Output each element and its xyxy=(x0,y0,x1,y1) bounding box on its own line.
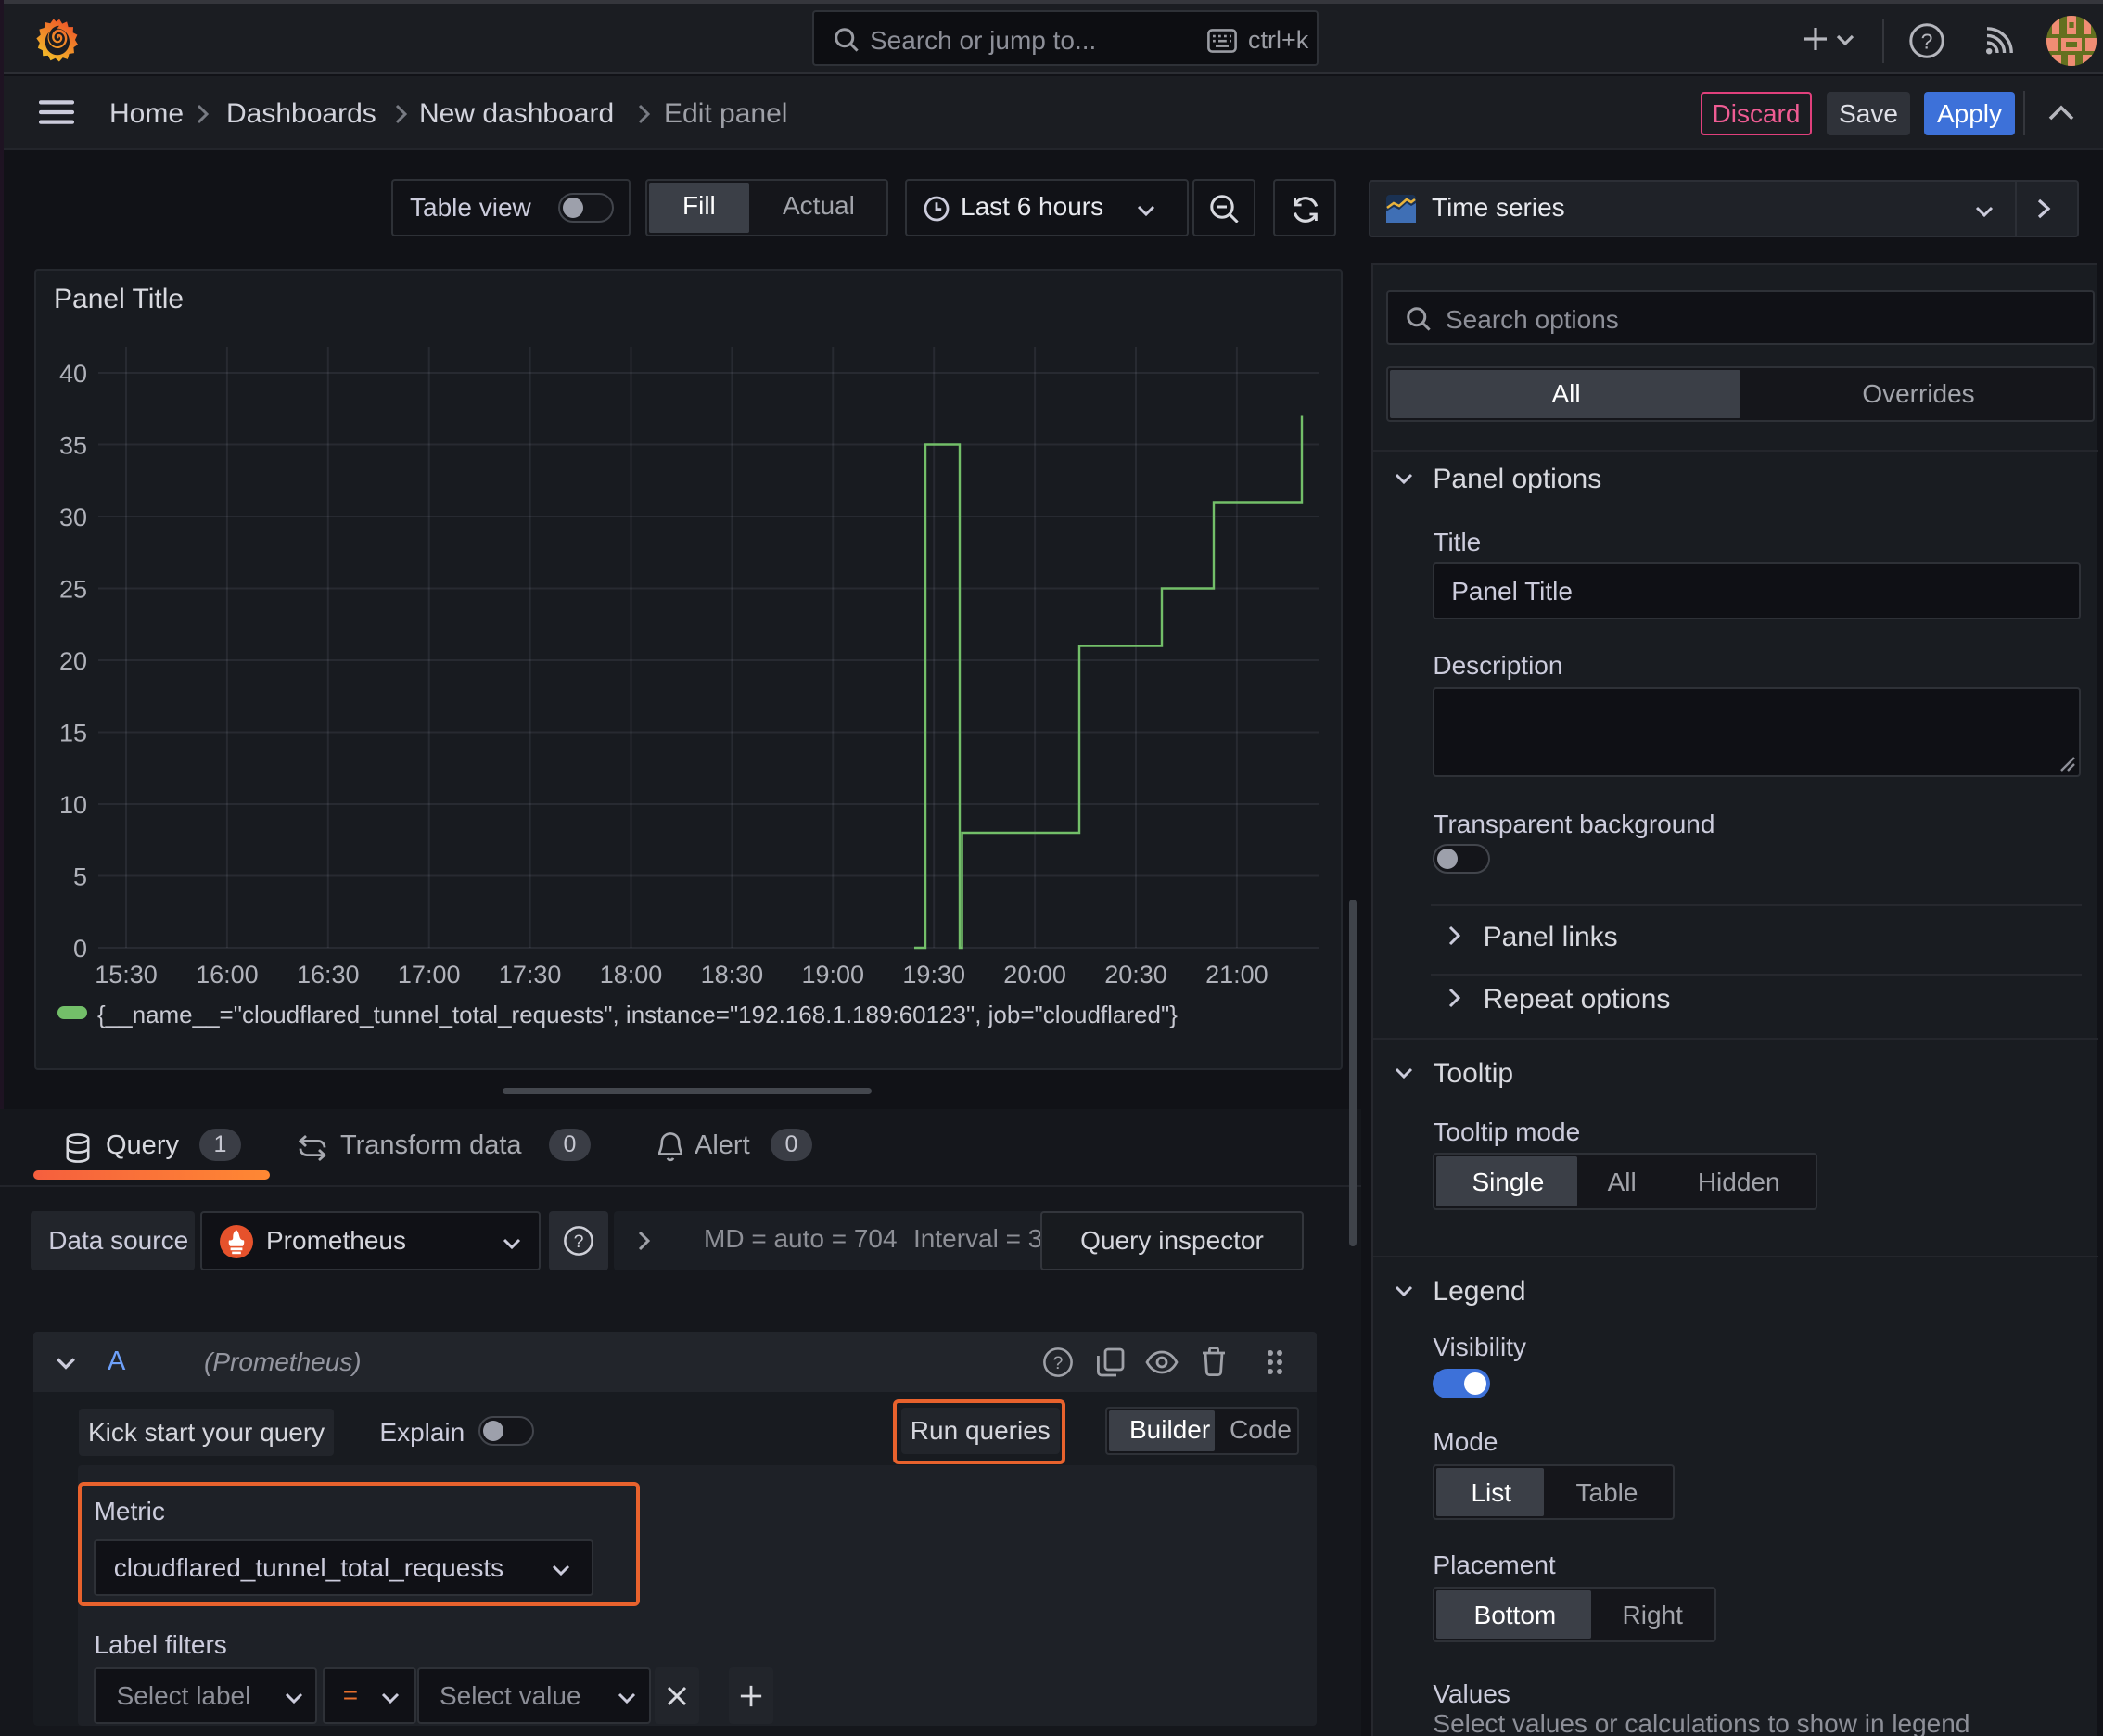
svg-text:15:30: 15:30 xyxy=(95,961,158,989)
svg-text:0: 0 xyxy=(73,935,87,963)
svg-text:17:00: 17:00 xyxy=(398,961,461,989)
svg-text:16:30: 16:30 xyxy=(297,961,360,989)
svg-text:18:00: 18:00 xyxy=(600,961,663,989)
svg-text:16:00: 16:00 xyxy=(196,961,259,989)
svg-text:?: ? xyxy=(1053,1353,1064,1373)
svg-text:25: 25 xyxy=(59,576,87,604)
svg-text:35: 35 xyxy=(59,432,87,460)
svg-text:15: 15 xyxy=(59,720,87,747)
svg-text:17:30: 17:30 xyxy=(499,961,562,989)
svg-text:5: 5 xyxy=(73,863,87,891)
svg-text:{__name__="cloudflared_tunnel_: {__name__="cloudflared_tunnel_total_requ… xyxy=(97,1001,1178,1028)
svg-text:18:30: 18:30 xyxy=(701,961,764,989)
svg-text:?: ? xyxy=(574,1232,584,1252)
svg-text:?: ? xyxy=(1921,29,1933,53)
svg-text:19:00: 19:00 xyxy=(802,961,865,989)
svg-text:30: 30 xyxy=(59,504,87,531)
svg-text:19:30: 19:30 xyxy=(902,961,965,989)
svg-text:10: 10 xyxy=(59,791,87,819)
svg-text:20: 20 xyxy=(59,647,87,675)
svg-text:40: 40 xyxy=(59,360,87,388)
svg-text:21:00: 21:00 xyxy=(1205,961,1268,989)
svg-text:20:00: 20:00 xyxy=(1003,961,1066,989)
svg-text:20:30: 20:30 xyxy=(1104,961,1167,989)
